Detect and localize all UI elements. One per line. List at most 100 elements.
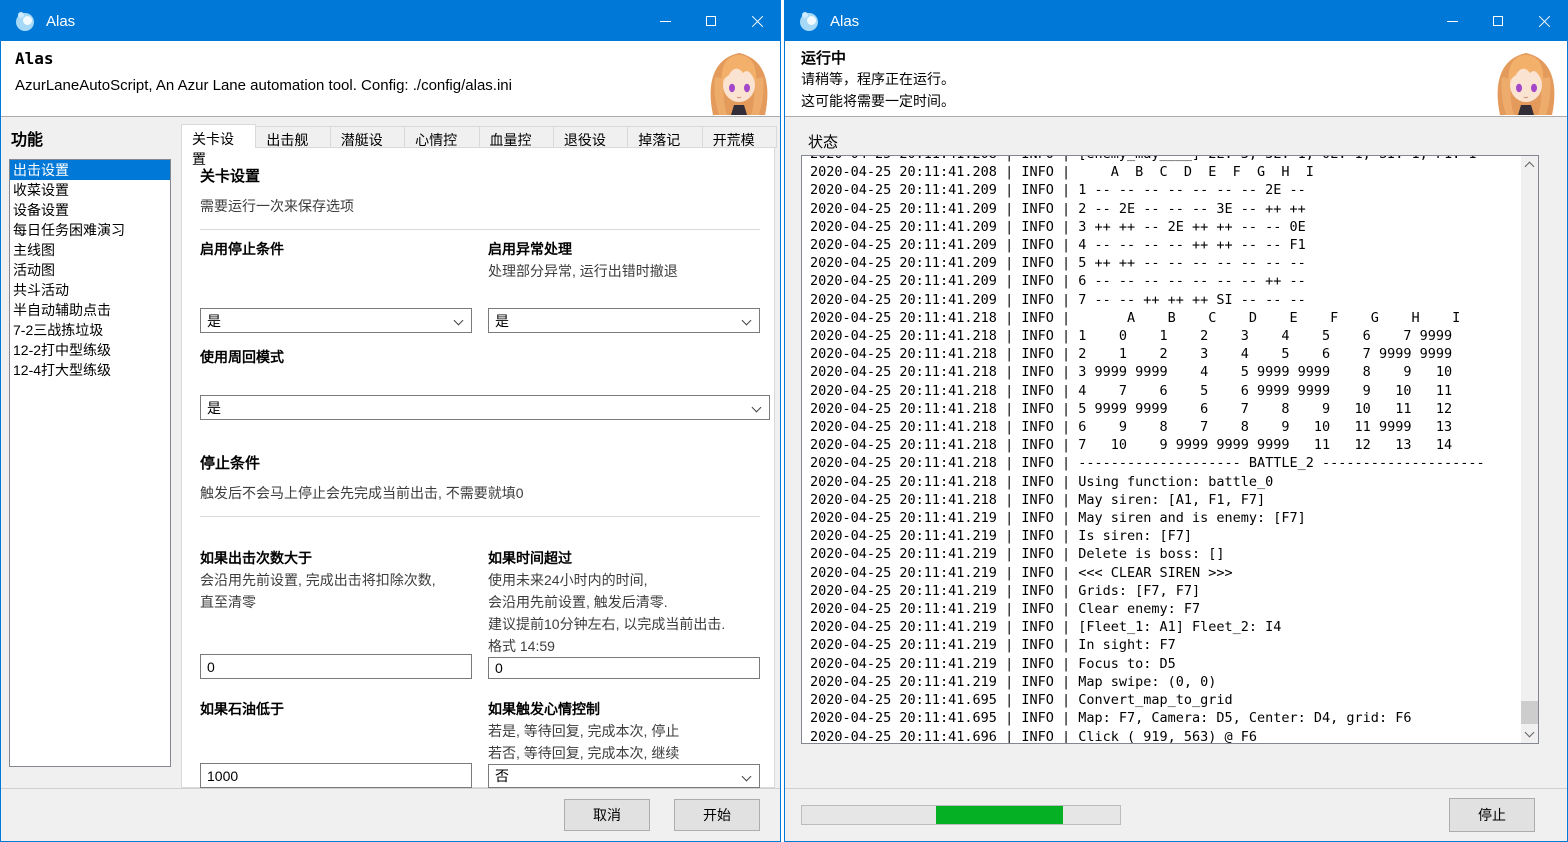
if-time-desc2: 会沿用先前设置, 触发后清零. xyxy=(488,591,760,613)
tab[interactable]: 关卡设置 xyxy=(181,124,256,148)
log-scrollbar[interactable] xyxy=(1521,156,1538,743)
if-count-input[interactable]: 0 xyxy=(200,654,472,679)
sidebar-item[interactable]: 每日任务困难演习 xyxy=(10,220,170,240)
log-line: 2020-04-25 20:11:41.218 | INFO | Using f… xyxy=(810,473,1521,491)
enable-exception-value: 是 xyxy=(495,311,509,331)
maximize-icon xyxy=(706,16,716,26)
log-line: 2020-04-25 20:11:41.219 | INFO | Map swi… xyxy=(810,673,1521,691)
titlebar[interactable]: Alas xyxy=(1,1,780,41)
loop-mode-select[interactable]: 是 xyxy=(200,395,770,420)
tab[interactable]: 血量控制 xyxy=(480,126,554,148)
tab[interactable]: 心情控制 xyxy=(405,126,479,148)
enable-stop-label: 启用停止条件 xyxy=(200,239,472,260)
sidebar-item[interactable]: 收菜设置 xyxy=(10,180,170,200)
enable-stop-value: 是 xyxy=(207,311,221,331)
sidebar-item[interactable]: 12-4打大型练级 xyxy=(10,360,170,380)
minimize-icon xyxy=(660,21,671,22)
log-line: 2020-04-25 20:11:41.209 | INFO | 3 ++ ++… xyxy=(810,218,1521,236)
stop-section-title: 停止条件 xyxy=(200,452,760,473)
if-time-input[interactable]: 0 xyxy=(488,657,760,679)
settings-tab-control: 关卡设置 出击舰队 潜艇设置 心情控制 血量控制 退役设置 掉落记录 开荒模式 … xyxy=(181,124,777,788)
maximize-button[interactable] xyxy=(688,1,734,41)
scroll-down-button[interactable] xyxy=(1521,726,1538,743)
minimize-button[interactable] xyxy=(1429,1,1475,41)
log-line: 2020-04-25 20:11:41.218 | INFO | A B C D… xyxy=(810,309,1521,327)
divider xyxy=(200,516,760,517)
status-label: 状态 xyxy=(808,131,838,152)
tab-page-stage-settings: 关卡设置 需要运行一次来保存选项 启用停止条件 是 启用异常处理 处理部分异常,… xyxy=(181,148,775,788)
stop-button[interactable]: 停止 xyxy=(1449,798,1535,832)
section-desc: 需要运行一次来保存选项 xyxy=(200,196,760,216)
tab[interactable]: 退役设置 xyxy=(554,126,628,148)
if-time-desc4: 格式 14:59 xyxy=(488,635,760,657)
if-emotion-select[interactable]: 否 xyxy=(488,764,760,788)
log-line: 2020-04-25 20:11:41.218 | INFO | -------… xyxy=(810,454,1521,472)
log-line: 2020-04-25 20:11:41.696 | INFO | Click (… xyxy=(810,728,1521,744)
app-subtitle: AzurLaneAutoScript, An Azur Lane automat… xyxy=(15,77,512,94)
sidebar-item[interactable]: 活动图 xyxy=(10,260,170,280)
if-count-desc1: 会沿用先前设置, 完成出击将扣除次数, xyxy=(200,569,472,591)
enable-exception-select[interactable]: 是 xyxy=(488,308,760,333)
log-box[interactable]: 2020-04-25 20:11:41.208 | INFO | [enemy_… xyxy=(801,155,1539,744)
scroll-up-button[interactable] xyxy=(1521,156,1538,173)
if-oil-input[interactable]: 1000 xyxy=(200,763,472,788)
if-emotion-label: 如果触发心情控制 xyxy=(488,699,760,720)
log-line: 2020-04-25 20:11:41.218 | INFO | 3 9999 … xyxy=(810,363,1521,381)
sidebar-item[interactable]: 7-2三战拣垃圾 xyxy=(10,320,170,340)
log-line: 2020-04-25 20:11:41.219 | INFO | Delete … xyxy=(810,545,1521,563)
chevron-down-icon xyxy=(742,772,752,782)
progress-bar-fill xyxy=(936,806,1063,824)
if-oil-label: 如果石油低于 xyxy=(200,699,472,720)
log-line: 2020-04-25 20:11:41.219 | INFO | May sir… xyxy=(810,509,1521,527)
sidebar-item[interactable]: 12-2打中型练级 xyxy=(10,340,170,360)
log-line: 2020-04-25 20:11:41.218 | INFO | 1 0 1 2… xyxy=(810,327,1521,345)
chevron-up-icon xyxy=(1525,162,1535,172)
log-line: 2020-04-25 20:11:41.695 | INFO | Convert… xyxy=(810,691,1521,709)
log-content[interactable]: 2020-04-25 20:11:41.208 | INFO | [enemy_… xyxy=(802,156,1521,743)
maximize-button[interactable] xyxy=(1475,1,1521,41)
running-window: Alas 运行中 请稍等，程序正在运行。 这可能将需要一定时间。 状态 xyxy=(784,0,1568,842)
close-icon xyxy=(751,15,764,28)
titlebar[interactable]: Alas xyxy=(785,1,1567,41)
alas-logo-icon xyxy=(798,10,820,32)
start-button[interactable]: 开始 xyxy=(674,799,760,831)
tab[interactable]: 开荒模式 xyxy=(703,126,777,148)
log-line: 2020-04-25 20:11:41.209 | INFO | 7 -- --… xyxy=(810,291,1521,309)
close-button[interactable] xyxy=(1521,1,1567,41)
if-oil-value: 1000 xyxy=(207,768,238,784)
sidebar-item[interactable]: 主线图 xyxy=(10,240,170,260)
app-header: Alas AzurLaneAutoScript, An Azur Lane au… xyxy=(1,41,780,117)
log-line: 2020-04-25 20:11:41.209 | INFO | 4 -- --… xyxy=(810,236,1521,254)
log-line: 2020-04-25 20:11:41.219 | INFO | Grids: … xyxy=(810,582,1521,600)
log-line: 2020-04-25 20:11:41.218 | INFO | 5 9999 … xyxy=(810,400,1521,418)
run-status-title: 运行中 xyxy=(801,47,846,68)
sidebar-item[interactable]: 共斗活动 xyxy=(10,280,170,300)
sidebar-item[interactable]: 设备设置 xyxy=(10,200,170,220)
log-line: 2020-04-25 20:11:41.209 | INFO | 2 -- 2E… xyxy=(810,200,1521,218)
alas-logo-icon xyxy=(14,10,36,32)
tab[interactable]: 潜艇设置 xyxy=(331,126,405,148)
close-icon xyxy=(1538,15,1551,28)
function-listbox[interactable]: 出击设置 收菜设置 设备设置 每日任务困难演习 主线图 活动图 共斗活动 半自动… xyxy=(9,159,171,767)
minimize-button[interactable] xyxy=(642,1,688,41)
scrollbar-thumb[interactable] xyxy=(1521,701,1538,724)
log-line: 2020-04-25 20:11:41.219 | INFO | Focus t… xyxy=(810,655,1521,673)
log-line: 2020-04-25 20:11:41.219 | INFO | [Fleet_… xyxy=(810,618,1521,636)
enable-stop-select[interactable]: 是 xyxy=(200,308,472,333)
chevron-down-icon xyxy=(454,316,464,326)
tab[interactable]: 掉落记录 xyxy=(628,126,702,148)
sidebar-item[interactable]: 半自动辅助点击 xyxy=(10,300,170,320)
log-line: 2020-04-25 20:11:41.209 | INFO | 1 -- --… xyxy=(810,181,1521,199)
sidebar-item[interactable]: 出击设置 xyxy=(10,160,170,180)
window-title: Alas xyxy=(46,13,75,30)
tab[interactable]: 出击舰队 xyxy=(256,126,330,148)
enable-exception-desc: 处理部分异常, 运行出错时撤退 xyxy=(488,260,760,282)
log-line: 2020-04-25 20:11:41.209 | INFO | 5 ++ ++… xyxy=(810,254,1521,272)
if-time-desc3: 建议提前10分钟左右, 以完成当前出击. xyxy=(488,613,760,635)
cancel-button[interactable]: 取消 xyxy=(564,799,650,831)
settings-window: Alas Alas AzurLaneAutoScript, An Azur La… xyxy=(0,0,781,842)
stop-section-desc: 触发后不会马上停止会先完成当前出击, 不需要就填0 xyxy=(200,483,760,503)
close-button[interactable] xyxy=(734,1,780,41)
chevron-down-icon xyxy=(1525,728,1535,738)
tab-strip[interactable]: 关卡设置 出击舰队 潜艇设置 心情控制 血量控制 退役设置 掉落记录 开荒模式 xyxy=(181,124,777,148)
